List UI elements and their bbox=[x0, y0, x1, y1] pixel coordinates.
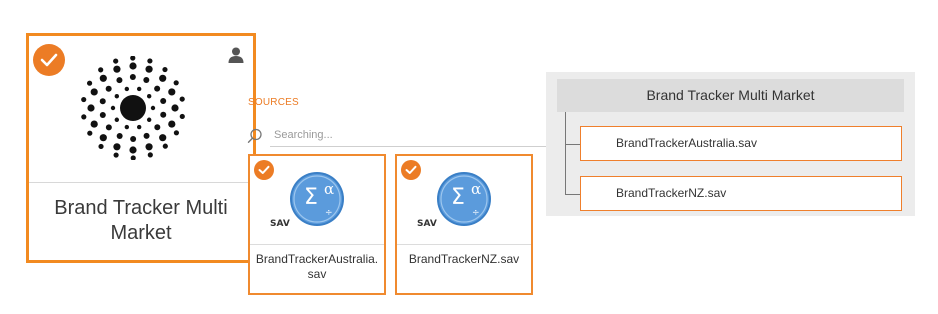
logo-dot bbox=[90, 120, 98, 128]
logo-dot bbox=[143, 77, 150, 84]
logo-dot bbox=[110, 105, 116, 111]
logo-dot bbox=[130, 136, 137, 142]
logo-dot bbox=[105, 124, 112, 131]
sources-label: SOURCES bbox=[248, 97, 299, 108]
logo-dot bbox=[154, 124, 161, 131]
spss-sav-file-icon: Σ α ÷ SAV bbox=[270, 172, 344, 229]
logo-dot bbox=[81, 114, 87, 120]
logo-dot bbox=[173, 130, 180, 136]
logo-dot bbox=[160, 97, 167, 104]
logo-dot bbox=[146, 94, 152, 99]
logo-dot bbox=[99, 98, 106, 105]
logo-dot bbox=[114, 117, 120, 122]
logo-dot bbox=[130, 56, 136, 61]
logo-dot bbox=[160, 111, 167, 118]
svg-text:SAV: SAV bbox=[270, 219, 290, 229]
logo-dot bbox=[99, 74, 107, 82]
logo-dot bbox=[113, 58, 119, 64]
logo-dot bbox=[87, 104, 95, 112]
logo-dot bbox=[136, 86, 142, 92]
svg-text:÷: ÷ bbox=[472, 208, 480, 218]
logo-dot bbox=[90, 88, 98, 96]
logo-dot bbox=[162, 66, 168, 73]
svg-text:Σ: Σ bbox=[304, 185, 318, 210]
logo-dot bbox=[113, 143, 121, 151]
logo-dot bbox=[99, 134, 107, 142]
tree-child-node[interactable]: BrandTrackerNZ.sav bbox=[580, 176, 902, 211]
logo-dot bbox=[162, 143, 168, 149]
logo-dot bbox=[86, 80, 93, 86]
logo-dot bbox=[105, 85, 112, 92]
tree-panel: Brand Tracker Multi Market BrandTrackerA… bbox=[546, 72, 915, 216]
logo-dot bbox=[150, 105, 156, 111]
card-divider bbox=[29, 182, 253, 183]
logo-dot bbox=[159, 74, 167, 82]
tree-connector bbox=[565, 144, 580, 145]
logo-dot bbox=[146, 117, 152, 122]
card-divider bbox=[397, 244, 531, 245]
project-card[interactable]: Brand Tracker Multi Market bbox=[26, 33, 256, 263]
svg-text:α: α bbox=[471, 180, 481, 198]
logo-dot bbox=[173, 80, 179, 86]
logo-dot bbox=[120, 95, 146, 121]
search-icon bbox=[247, 128, 262, 143]
logo-dot bbox=[179, 96, 185, 102]
logo-dot bbox=[145, 65, 153, 73]
check-icon bbox=[33, 44, 65, 76]
logo-dot bbox=[130, 155, 136, 160]
svg-text:÷: ÷ bbox=[325, 208, 333, 218]
logo-dot bbox=[124, 124, 130, 130]
logo-dot bbox=[114, 94, 120, 99]
logo-dot bbox=[145, 143, 153, 151]
logo-dot bbox=[98, 67, 104, 73]
source-name: BrandTrackerNZ.sav bbox=[408, 252, 520, 266]
logo-dot bbox=[99, 112, 106, 119]
tree-child-node[interactable]: BrandTrackerAustralia.sav bbox=[580, 126, 902, 161]
logo-dot bbox=[129, 74, 136, 80]
logo-dot bbox=[154, 85, 161, 92]
logo-dot bbox=[179, 113, 185, 120]
logo-dot bbox=[113, 65, 121, 73]
logo-dot bbox=[171, 104, 179, 112]
spss-sav-file-icon: Σ α ÷ SAV bbox=[417, 172, 491, 229]
logo-dot bbox=[129, 62, 137, 70]
logo-dot bbox=[116, 77, 123, 84]
logo-dot bbox=[116, 132, 123, 139]
dotted-sunburst-logo bbox=[81, 56, 185, 160]
project-title: Brand Tracker Multi Market bbox=[54, 197, 228, 244]
source-card-australia[interactable]: Σ α ÷ SAV BrandTrackerAustralia.sav bbox=[248, 154, 386, 295]
logo-dot bbox=[147, 58, 153, 64]
logo-dot bbox=[129, 146, 137, 154]
tree-root-node[interactable]: Brand Tracker Multi Market bbox=[557, 79, 904, 112]
logo-dot bbox=[168, 120, 176, 128]
source-name: BrandTrackerAustralia.sav bbox=[255, 252, 379, 281]
search-input[interactable] bbox=[270, 124, 554, 147]
user-icon bbox=[228, 47, 244, 63]
logo-dot bbox=[81, 96, 87, 103]
logo-dot bbox=[136, 124, 142, 130]
logo-dot bbox=[147, 152, 153, 158]
logo-dot bbox=[168, 88, 176, 96]
logo-dot bbox=[113, 152, 119, 158]
tree-connector bbox=[565, 194, 580, 195]
card-divider bbox=[250, 244, 384, 245]
source-card-nz[interactable]: Σ α ÷ SAV BrandTrackerNZ.sav bbox=[395, 154, 533, 295]
logo-dot bbox=[124, 86, 130, 92]
logo-dot bbox=[87, 130, 93, 136]
logo-dot bbox=[98, 143, 104, 150]
svg-text:SAV: SAV bbox=[417, 219, 437, 229]
logo-dot bbox=[143, 132, 150, 139]
svg-text:α: α bbox=[324, 180, 334, 198]
svg-text:Σ: Σ bbox=[451, 185, 465, 210]
logo-dot bbox=[159, 134, 167, 142]
tree-connector bbox=[565, 112, 566, 194]
